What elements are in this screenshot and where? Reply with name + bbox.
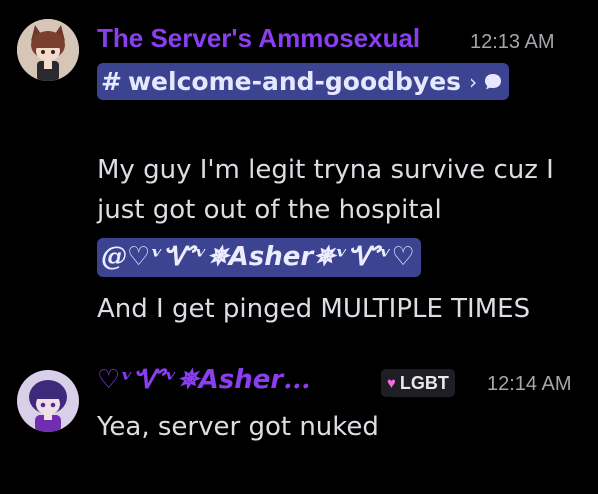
author-name[interactable]: ♡ᵛᏉᵛ✵𝘼𝙨𝙝𝙚𝙧... <box>97 365 310 395</box>
chevron-right-icon: › <box>469 69 478 94</box>
role-tag[interactable]: ♥ LGBT <box>381 369 455 397</box>
avatar[interactable] <box>17 370 79 432</box>
chat-bubble-icon <box>483 72 503 92</box>
channel-mention-chip[interactable]: # welcome-and-goodbyes › <box>97 63 510 100</box>
avatar[interactable] <box>17 19 79 81</box>
avatar-image <box>17 370 79 432</box>
timestamp: 12:14 AM <box>487 373 572 395</box>
user-mention[interactable]: @♡ᵛᏉᵛ✵𝘼𝙨𝙝𝙚𝙧✵ᵛᏉᵛ♡ <box>97 238 421 277</box>
author-name[interactable]: The Server's Ammosexual <box>97 23 420 53</box>
message-text-line: just got out of the hospital <box>97 195 442 225</box>
channel-name: welcome-and-goodbyes <box>127 67 462 96</box>
message-text-line: My guy I'm legit tryna survive cuz I <box>97 155 554 185</box>
heart-icon: ♥ <box>387 374 396 392</box>
hash-icon: # <box>101 67 122 96</box>
message-text-line: Yea, server got nuked <box>97 412 379 442</box>
message-text-line: And I get pinged MULTIPLE TIMES <box>97 294 531 324</box>
avatar-image <box>17 19 79 81</box>
timestamp: 12:13 AM <box>470 31 555 53</box>
role-tag-label: LGBT <box>399 372 449 393</box>
